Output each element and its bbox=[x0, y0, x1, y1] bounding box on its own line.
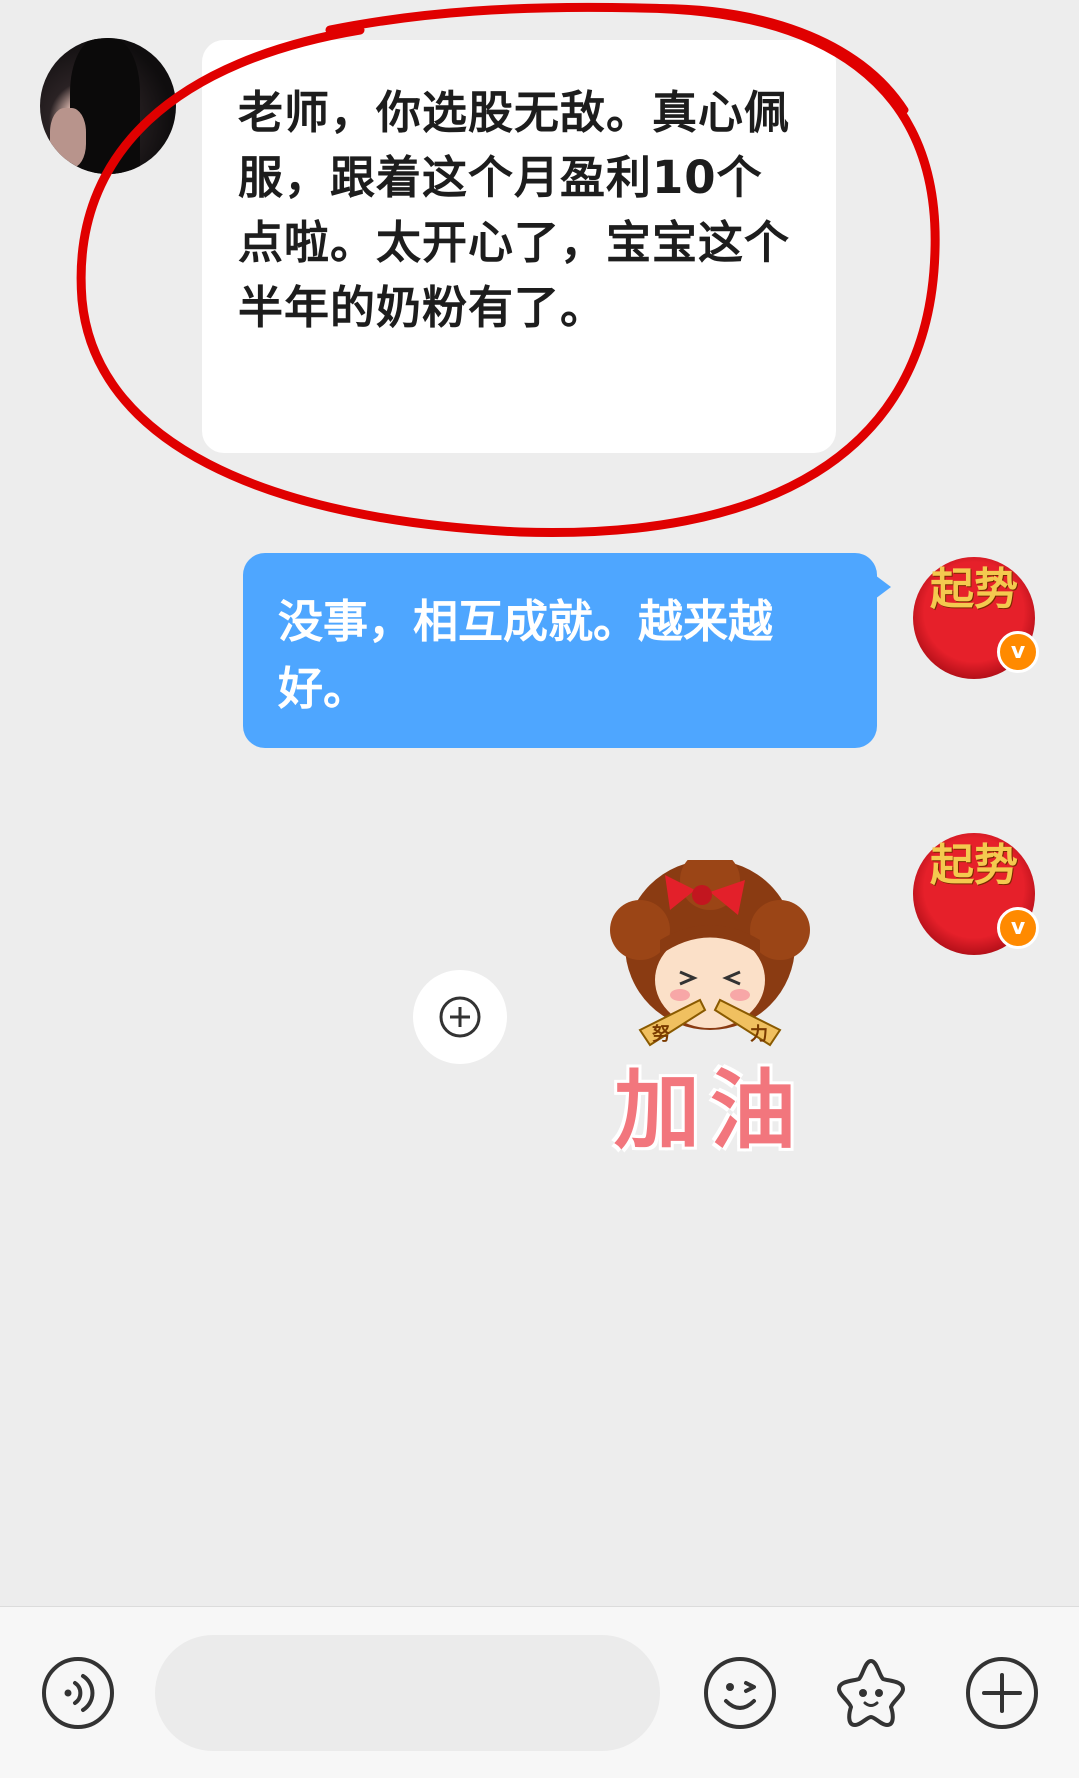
avatar-brand-text: 起势 bbox=[930, 564, 1018, 615]
avatar-brand-text: 起势 bbox=[930, 840, 1018, 891]
incoming-message-bubble[interactable]: 老师，你选股无敌。真心佩服，跟着这个月盈利10个点啦。太开心了，宝宝这个半年的奶… bbox=[202, 40, 836, 453]
sticker-icon bbox=[837, 1659, 905, 1727]
add-sticker-button[interactable] bbox=[413, 970, 507, 1064]
voice-icon bbox=[42, 1657, 114, 1729]
outgoing-message-bubble[interactable]: 没事，相互成就。越来越好。 bbox=[243, 553, 891, 748]
my-avatar[interactable]: 起势 v bbox=[913, 833, 1039, 955]
sticker-button[interactable] bbox=[833, 1655, 909, 1731]
verified-badge-icon: v bbox=[997, 631, 1039, 673]
message-input[interactable] bbox=[155, 1635, 660, 1751]
emoji-button[interactable] bbox=[702, 1655, 778, 1731]
plus-icon bbox=[966, 1657, 1038, 1729]
cheer-girl-sticker-icon: 努 力 bbox=[610, 850, 810, 1047]
emoji-icon bbox=[704, 1657, 776, 1729]
voice-button[interactable] bbox=[40, 1655, 116, 1731]
my-avatar[interactable]: 起势 v bbox=[913, 557, 1039, 679]
sender-avatar[interactable] bbox=[40, 38, 176, 174]
add-sticker-icon bbox=[439, 996, 481, 1038]
sticker-message[interactable]: 努 力 加油 bbox=[580, 850, 840, 1161]
input-bar bbox=[0, 1606, 1079, 1778]
sticker-caption: 加油 bbox=[614, 1061, 806, 1161]
verified-badge-icon: v bbox=[997, 907, 1039, 949]
outgoing-message-text: 没事，相互成就。越来越好。 bbox=[278, 595, 774, 715]
incoming-message-text: 老师，你选股无敌。真心佩服，跟着这个月盈利10个点啦。太开心了，宝宝这个半年的奶… bbox=[238, 86, 791, 334]
more-button[interactable] bbox=[964, 1655, 1040, 1731]
